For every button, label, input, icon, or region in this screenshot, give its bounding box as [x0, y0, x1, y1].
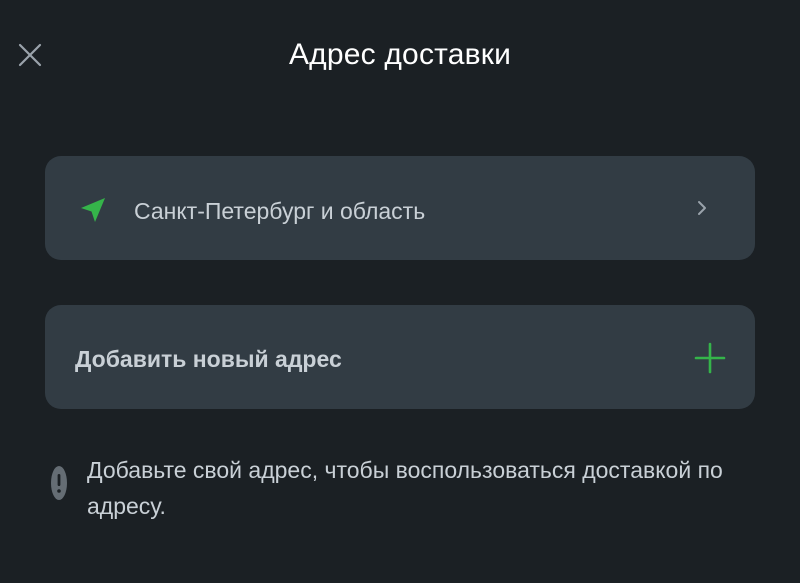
- location-arrow-icon: [78, 195, 108, 225]
- plus-icon: [693, 341, 727, 375]
- chevron-right-icon: [694, 198, 710, 218]
- info-text: Добавьте свой адрес, чтобы воспользовать…: [87, 457, 723, 519]
- exclamation-icon: [49, 465, 69, 501]
- region-label: Санкт-Петербург и область: [134, 198, 426, 224]
- page-title: Адрес доставки: [288, 38, 512, 71]
- add-address-label: Добавить новый адрес: [75, 346, 342, 372]
